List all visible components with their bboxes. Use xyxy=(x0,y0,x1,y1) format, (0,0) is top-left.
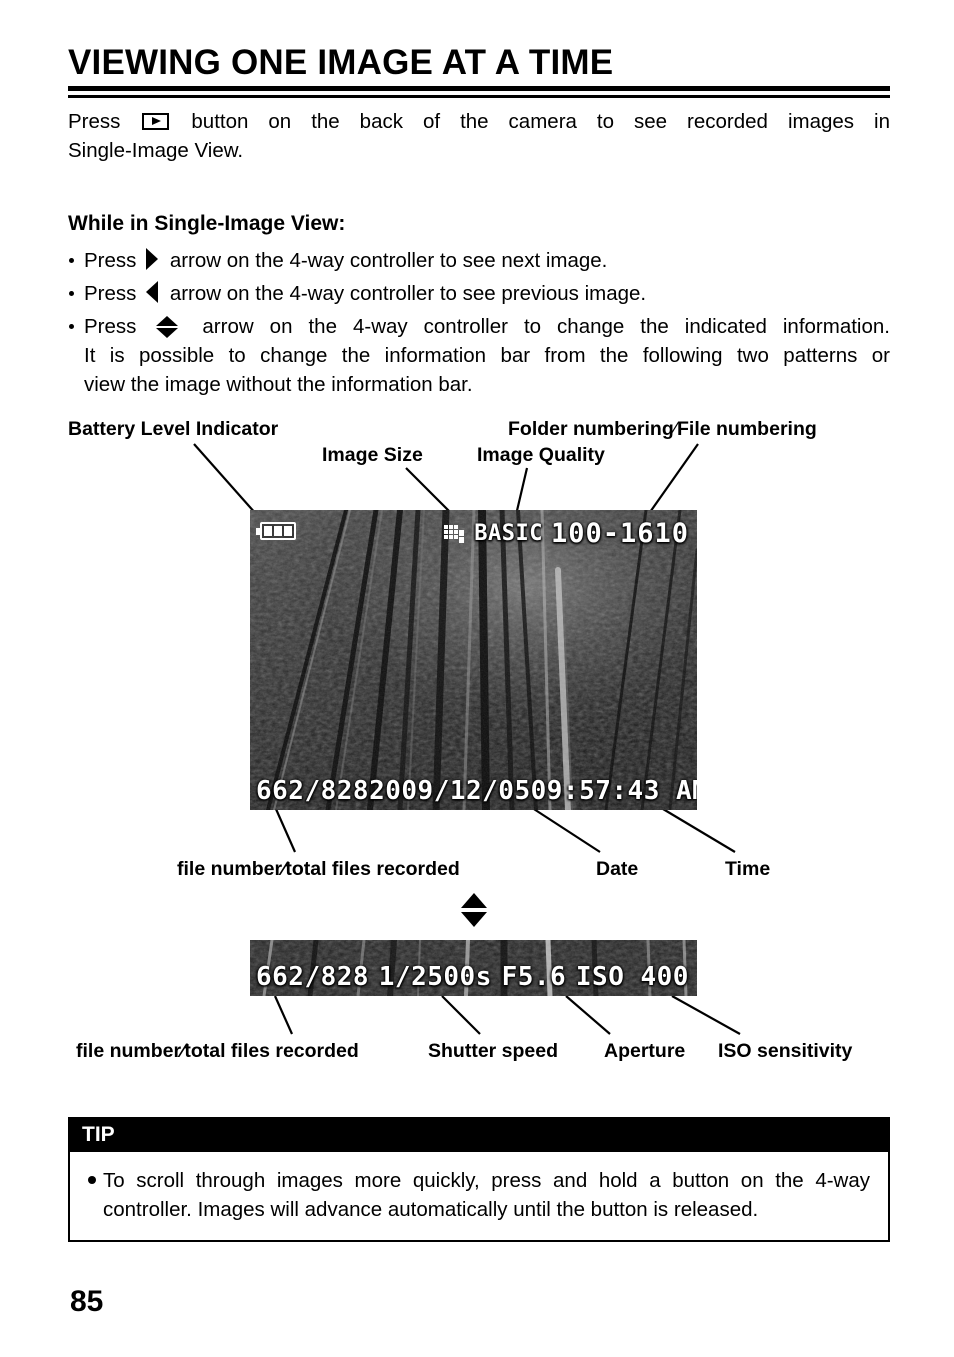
battery-full-icon xyxy=(256,522,296,540)
bullet-2-press: Press xyxy=(84,282,137,305)
bullet-dot-icon xyxy=(69,258,74,263)
callout-image-size: Image Size xyxy=(322,444,423,466)
callout-date: Date xyxy=(596,858,639,880)
section-heading: While in Single-Image View: xyxy=(68,212,346,235)
intro-line1-text: button on the back of the camera to see … xyxy=(191,110,890,133)
page-number: 85 xyxy=(70,1285,104,1318)
playback-button-icon xyxy=(142,113,170,130)
bullet-3-line2: It is possible to change the information… xyxy=(84,344,890,367)
image-size-icon xyxy=(444,524,466,544)
tip-line1: To scroll through images more quickly, p… xyxy=(103,1169,870,1192)
tip-header: TIP xyxy=(70,1119,888,1152)
callout-file-number-total-1: file number⁄total files recorded xyxy=(177,858,460,880)
camera-lcd-preview-1: BASIC 100-1610 662/828 2009/12/05 09:57:… xyxy=(250,510,697,810)
callout-folder-file-numbering: Folder numbering⁄File numbering xyxy=(508,418,817,441)
callout-folder-numbering: Folder numbering xyxy=(508,418,674,440)
osd-image-quality: BASIC xyxy=(474,521,543,546)
page-title-block: VIEWING ONE IMAGE AT A TIME xyxy=(68,42,890,84)
callout-image-quality: Image Quality xyxy=(477,444,605,466)
up-down-toggle-icon xyxy=(461,893,487,927)
callout-file-numbering: File numbering xyxy=(677,418,817,440)
osd-file-counter: 662/828 xyxy=(256,776,370,806)
osd-bottom-bar-2: 662/828 1/2500s F5.6 ISO 400 xyxy=(256,962,689,992)
callout-shutter-speed: Shutter speed xyxy=(428,1040,559,1062)
list-item: Press arrow on the 4-way controller to c… xyxy=(68,312,890,399)
left-arrow-icon xyxy=(146,281,159,303)
osd-date: 2009/12/05 xyxy=(369,776,531,806)
osd-time: 09:57:43 AM xyxy=(530,776,697,806)
tip-line2: controller. Images will advance automati… xyxy=(103,1198,759,1221)
intro-press-label: Press xyxy=(68,110,121,133)
bullet-1-press: Press xyxy=(84,249,137,272)
callout-battery-level-indicator: Battery Level Indicator xyxy=(68,418,279,440)
list-item: Press arrow on the 4-way controller to s… xyxy=(68,246,890,275)
page-title: VIEWING ONE IMAGE AT A TIME xyxy=(68,43,614,82)
bullet-3-press: Press xyxy=(84,315,137,338)
bullet-dot-icon xyxy=(69,291,74,296)
tip-box: TIP To scroll through images more quickl… xyxy=(68,1117,890,1242)
osd-file-counter-2: 662/828 xyxy=(256,962,370,992)
list-item: Press arrow on the 4-way controller to s… xyxy=(68,279,890,308)
osd-bottom-bar-1: 662/828 2009/12/05 09:57:43 AM xyxy=(256,776,697,806)
intro-paragraph: Press button on the back of the camera t… xyxy=(68,107,890,165)
intro-line2-text: Single-Image View. xyxy=(68,139,244,162)
title-rule-thin xyxy=(68,95,890,98)
right-arrow-icon xyxy=(146,248,159,270)
osd-iso: ISO 400 xyxy=(575,962,689,992)
up-down-arrow-icon xyxy=(156,316,179,338)
tip-body: To scroll through images more quickly, p… xyxy=(70,1152,888,1240)
callout-aperture: Aperture xyxy=(604,1040,686,1062)
bullet-1-text: arrow on the 4-way controller to see nex… xyxy=(169,249,608,272)
bullet-list: Press arrow on the 4-way controller to s… xyxy=(68,246,890,399)
osd-aperture: F5.6 xyxy=(501,962,567,992)
osd-top-right: BASIC 100-1610 xyxy=(444,518,689,549)
osd-folder-file-number: 100-1610 xyxy=(550,518,689,549)
camera-lcd-preview-2: 662/828 1/2500s F5.6 ISO 400 xyxy=(250,940,697,996)
callout-iso-sensitivity: ISO sensitivity xyxy=(718,1040,853,1062)
bullet-2-text: arrow on the 4-way controller to see pre… xyxy=(169,282,647,305)
osd-shutter-speed: 1/2500s xyxy=(378,962,492,992)
title-rule-thick xyxy=(68,86,890,91)
callout-time: Time xyxy=(725,858,771,880)
manual-page: VIEWING ONE IMAGE AT A TIME Press button… xyxy=(0,0,954,1357)
bamboo-forest-photo xyxy=(250,510,697,810)
callout-file-number-total-2: file number⁄total files recorded xyxy=(76,1040,359,1062)
tip-bullet-dot-icon xyxy=(88,1176,96,1184)
bullet-dot-icon xyxy=(69,324,74,329)
bullet-3-line1: arrow on the 4-way controller to change … xyxy=(202,315,890,338)
bullet-3-line3: view the image without the information b… xyxy=(84,373,473,396)
